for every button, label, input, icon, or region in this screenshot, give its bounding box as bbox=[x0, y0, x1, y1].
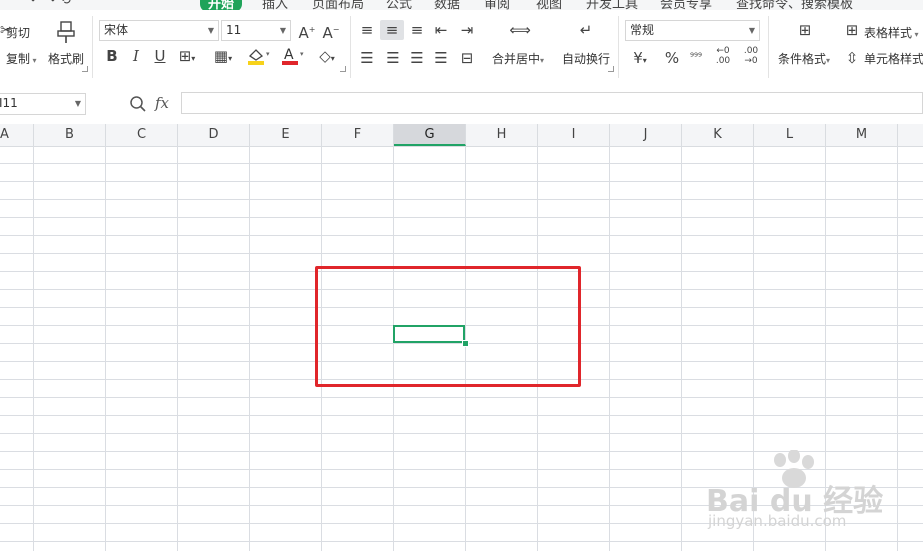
copy-label: 复制 bbox=[6, 52, 31, 66]
format-painter-icon[interactable] bbox=[56, 20, 76, 44]
ribbon-tab-strip: ↶ ↷ ⟲ 开始 插入 页面布局 公式 数据 审阅 视图 开发工具 会员专享 查… bbox=[0, 0, 923, 10]
conditional-format-label: 条件格式 bbox=[778, 52, 827, 66]
column-header[interactable]: F bbox=[322, 124, 394, 146]
decrease-decimal-icon[interactable]: .00 →0 bbox=[740, 46, 762, 66]
font-color-icon[interactable]: A ▾ bbox=[280, 46, 306, 69]
column-header[interactable]: E bbox=[250, 124, 322, 146]
increase-decimal-icon[interactable]: ←0.00 bbox=[712, 46, 734, 66]
fill-color-icon[interactable]: ▾ bbox=[246, 46, 272, 69]
decrease-indent-icon[interactable]: ⇤ bbox=[432, 22, 450, 38]
align-bottom-icon[interactable]: ≡ bbox=[408, 22, 426, 38]
column-header[interactable]: L bbox=[754, 124, 826, 146]
column-header[interactable]: D bbox=[178, 124, 250, 146]
clipboard-dialog-launcher[interactable] bbox=[82, 66, 88, 72]
column-header[interactable]: I bbox=[538, 124, 610, 146]
divider bbox=[768, 16, 769, 78]
tab-review[interactable]: 审阅 bbox=[484, 0, 510, 10]
divider bbox=[92, 16, 93, 78]
fill-pattern-icon[interactable]: ▦▾ bbox=[212, 48, 234, 67]
divider bbox=[350, 16, 351, 78]
tab-start[interactable]: 开始 bbox=[200, 0, 243, 10]
decrease-font-icon[interactable]: A− bbox=[322, 22, 340, 41]
column-header[interactable]: K bbox=[682, 124, 754, 146]
svg-text:A: A bbox=[284, 47, 294, 63]
justify-icon[interactable]: ☰ bbox=[432, 50, 450, 66]
formula-input[interactable] bbox=[181, 92, 923, 114]
conditional-format-button[interactable]: 条件格式▾ bbox=[778, 50, 830, 67]
tab-page-layout[interactable]: 页面布局 bbox=[312, 0, 364, 10]
search-command[interactable]: 查找命令、搜索模板 bbox=[736, 0, 853, 10]
number-format-value: 常规 bbox=[630, 23, 655, 37]
distributed-icon[interactable]: ⊟ bbox=[458, 50, 476, 66]
column-header[interactable]: J bbox=[610, 124, 682, 146]
undo-redo-icons[interactable]: ↶ ↷ ⟲ bbox=[30, 0, 71, 8]
column-header[interactable]: M bbox=[826, 124, 898, 146]
font-size-select[interactable]: 11 ▼ bbox=[221, 20, 291, 41]
format-painter-button[interactable]: 格式刷 bbox=[48, 50, 84, 67]
cell-style-button[interactable]: 单元格样式 bbox=[864, 50, 923, 67]
svg-text:▾: ▾ bbox=[300, 50, 304, 58]
tab-formula[interactable]: 公式 bbox=[386, 0, 412, 10]
column-header[interactable]: C bbox=[106, 124, 178, 146]
column-header[interactable]: B bbox=[34, 124, 106, 146]
baidu-jingyan-watermark: Bai du 经验 jingyan.baidu.com bbox=[704, 449, 914, 530]
watermark-url: jingyan.baidu.com bbox=[708, 512, 847, 530]
conditional-format-icon[interactable]: ⊞ bbox=[794, 22, 816, 38]
table-style-button[interactable]: 表格样式 ▾ bbox=[864, 24, 919, 41]
tab-member[interactable]: 会员专享 bbox=[660, 0, 712, 10]
italic-icon[interactable]: I bbox=[128, 48, 144, 64]
zoom-search-icon[interactable] bbox=[128, 95, 148, 116]
copy-button[interactable]: 复制 ▾ bbox=[6, 50, 37, 67]
tab-developer[interactable]: 开发工具 bbox=[586, 0, 638, 10]
increase-font-icon[interactable]: A+ bbox=[298, 22, 316, 41]
table-style-icon[interactable]: ⊞ bbox=[844, 22, 860, 38]
merge-center-label: 合并居中 bbox=[492, 52, 541, 66]
cell-style-icon[interactable]: ⇳ bbox=[844, 50, 860, 66]
formula-bar: I11 ▼ fx bbox=[0, 82, 923, 122]
table-style-label: 表格样式 bbox=[864, 26, 913, 40]
name-box-value: I11 bbox=[0, 96, 18, 110]
font-size-value: 11 bbox=[226, 23, 242, 37]
column-header-row: A B C D E F G H I J K L M bbox=[0, 124, 923, 147]
percent-icon[interactable]: % bbox=[664, 50, 680, 66]
alignment-dialog-launcher[interactable] bbox=[608, 66, 614, 72]
align-left-icon[interactable]: ☰ bbox=[358, 50, 376, 66]
cut-button[interactable]: 剪切 bbox=[6, 24, 30, 41]
merge-center-button[interactable]: 合并居中▾ bbox=[492, 50, 544, 67]
merge-center-icon[interactable]: ⟺ bbox=[508, 22, 532, 38]
border-icon[interactable]: ⊞▾ bbox=[176, 48, 198, 67]
tab-insert[interactable]: 插入 bbox=[262, 0, 288, 10]
align-right-icon[interactable]: ☰ bbox=[408, 50, 426, 66]
align-middle-icon[interactable]: ≡ bbox=[380, 20, 404, 40]
bold-icon[interactable]: B bbox=[104, 48, 120, 64]
increase-indent-icon[interactable]: ⇥ bbox=[458, 22, 476, 38]
annotation-highlight-box bbox=[315, 266, 581, 387]
tab-view[interactable]: 视图 bbox=[536, 0, 562, 10]
clear-format-icon[interactable]: ◇▾ bbox=[314, 48, 340, 67]
align-top-icon[interactable]: ≡ bbox=[358, 22, 376, 38]
underline-icon[interactable]: U bbox=[152, 48, 168, 64]
font-dialog-launcher[interactable] bbox=[340, 66, 346, 72]
divider bbox=[618, 16, 619, 78]
wrap-text-icon[interactable]: ↵ bbox=[574, 22, 598, 38]
font-name-value: 宋体 bbox=[104, 23, 129, 37]
align-center-icon[interactable]: ☰ bbox=[384, 50, 402, 66]
currency-icon[interactable]: ¥▾ bbox=[628, 50, 652, 69]
thousands-separator-icon[interactable]: ⁹⁹⁹ bbox=[690, 50, 702, 66]
wrap-text-button[interactable]: 自动换行 bbox=[562, 50, 610, 67]
tab-data[interactable]: 数据 bbox=[434, 0, 460, 10]
insert-function-button[interactable]: fx bbox=[155, 94, 169, 112]
column-header[interactable]: H bbox=[466, 124, 538, 146]
ribbon-toolbar: ✂ 剪切 复制 ▾ 格式刷 宋体 ▼ 11 ▼ A+ A− B I U ⊞▾ ▦▾ … bbox=[0, 10, 923, 83]
svg-text:▾: ▾ bbox=[266, 50, 270, 58]
number-format-select[interactable]: 常规 ▼ bbox=[625, 20, 760, 41]
column-header[interactable]: A bbox=[0, 124, 34, 146]
name-box[interactable]: I11 ▼ bbox=[0, 93, 86, 115]
font-name-select[interactable]: 宋体 ▼ bbox=[99, 20, 219, 41]
column-header-selected[interactable]: G bbox=[394, 124, 466, 146]
